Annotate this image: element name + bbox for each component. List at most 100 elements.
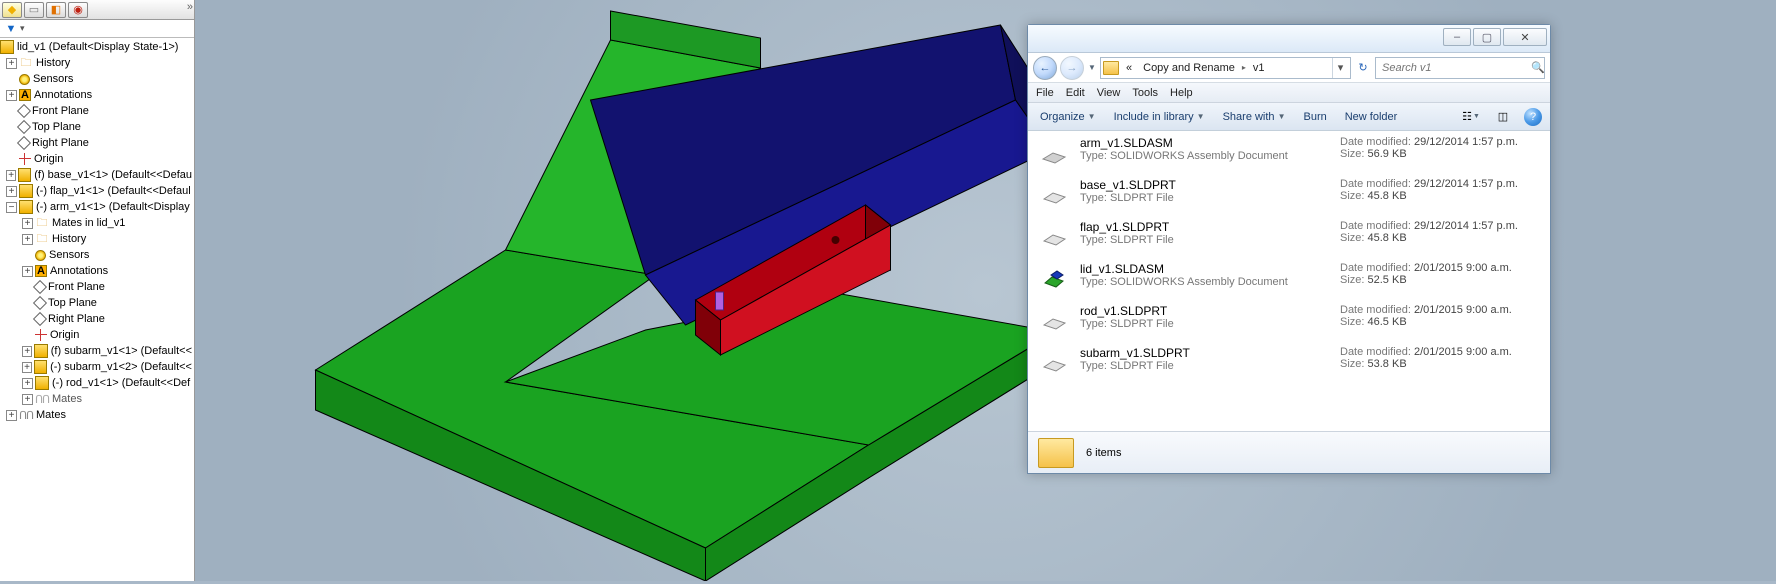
tree-arm-origin[interactable]: Origin [0,327,194,343]
file-item[interactable]: subarm_v1.SLDPRTType: SLDPRT FileDate mo… [1028,341,1550,383]
expand-icon[interactable]: + [6,410,17,421]
tree-arm-top[interactable]: Top Plane [0,295,194,311]
search-input[interactable] [1380,61,1527,75]
filter-icon[interactable]: ▼ [4,23,18,35]
search-box[interactable]: 🔍 [1375,57,1545,79]
tree-arm-ann[interactable]: + A Annotations [0,263,194,279]
share-with-button[interactable]: Share with ▼ [1219,109,1290,125]
tab-property-manager[interactable]: ▭ [24,2,44,18]
nav-forward-button[interactable]: → [1060,56,1084,80]
tree-flap[interactable]: + (-) flap_v1<1> (Default<<Defaul [0,183,194,199]
file-name: arm_v1.SLDASM [1080,136,1330,150]
address-bar[interactable]: « Copy and Rename ▸ v1 ▾ [1100,57,1351,79]
expand-icon[interactable]: + [22,234,33,245]
assembly-icon [0,40,14,54]
expand-icon[interactable]: + [6,90,17,101]
tree-front-plane[interactable]: Front Plane [0,103,194,119]
tab-dimxpert-manager[interactable]: ◉ [68,2,88,18]
preview-pane-button[interactable]: ◫ [1492,107,1514,127]
tree-annotations[interactable]: + A Annotations [0,87,194,103]
config-icon: ◧ [51,3,61,16]
include-library-button[interactable]: Include in library ▼ [1110,109,1209,125]
refresh-button[interactable]: ↻ [1354,61,1372,74]
size-label: Size: [1340,148,1368,160]
expand-icon[interactable]: + [6,186,17,197]
filter-dropdown-icon[interactable]: ▾ [20,23,25,34]
nav-history-dropdown[interactable]: ▼ [1087,63,1097,72]
file-item[interactable]: arm_v1.SLDASMType: SOLIDWORKS Assembly D… [1028,131,1550,173]
file-item[interactable]: flap_v1.SLDPRTType: SLDPRT FileDate modi… [1028,215,1550,257]
close-icon: ✕ [1520,31,1529,44]
tree-base[interactable]: + (f) base_v1<1> (Default<<Defau [0,167,194,183]
file-item[interactable]: lid_v1.SLDASMType: SOLIDWORKS Assembly D… [1028,257,1550,299]
menu-view[interactable]: View [1097,87,1121,99]
tree-arm-mates-in[interactable]: + 🗀 Mates in lid_v1 [0,215,194,231]
tree-rod[interactable]: + (-) rod_v1<1> (Default<<Def [0,375,194,391]
breadcrumb[interactable]: Copy and Rename [1139,59,1239,77]
expand-icon[interactable]: + [22,362,32,373]
nav-back-button[interactable]: ← [1033,56,1057,80]
view-icon: ☷ [1462,110,1472,123]
expand-icon[interactable]: + [22,346,32,357]
tree-arm-history[interactable]: + 🗀 History [0,231,194,247]
tree-arm[interactable]: − (-) arm_v1<1> (Default<Display [0,199,194,215]
size-value: 46.5 KB [1368,316,1407,328]
tabs-overflow-icon[interactable]: » [187,1,190,13]
tree-label: Mates [36,409,66,421]
tree-mates[interactable]: + ՈՈ Mates [0,407,194,423]
expand-icon[interactable]: + [22,266,33,277]
part-icon [18,168,31,182]
tree-label: (f) subarm_v1<1> (Default<< [51,345,192,357]
file-type-icon [1038,220,1070,252]
expand-icon[interactable]: + [22,394,33,405]
chevron-right-icon[interactable]: ▸ [1242,63,1246,72]
folder-icon: 🗀 [35,216,49,230]
tree-sensors[interactable]: Sensors [0,71,194,87]
breadcrumb[interactable]: « [1122,59,1136,77]
help-button[interactable]: ? [1524,108,1542,126]
address-dropdown-icon[interactable]: ▾ [1332,58,1348,78]
tree-arm-right[interactable]: Right Plane [0,311,194,327]
expand-icon[interactable]: + [22,218,33,229]
close-button[interactable]: ✕ [1503,28,1547,46]
file-type-icon [1038,262,1070,294]
toolbar-label: Organize [1040,111,1085,123]
minimize-button[interactable]: – [1443,28,1471,46]
file-item[interactable]: rod_v1.SLDPRTType: SLDPRT FileDate modif… [1028,299,1550,341]
file-type-icon [1038,304,1070,336]
menu-file[interactable]: File [1036,87,1054,99]
tree-subarm1[interactable]: + (f) subarm_v1<1> (Default<< [0,343,194,359]
tab-configuration-manager[interactable]: ◧ [46,2,66,18]
tree-arm-mates[interactable]: + ՈՈ Mates [0,391,194,407]
tree-history[interactable]: + 🗀 History [0,55,194,71]
expand-icon[interactable]: + [6,58,17,69]
new-folder-button[interactable]: New folder [1341,109,1402,125]
menu-tools[interactable]: Tools [1132,87,1158,99]
date-modified-value: 29/12/2014 1:57 p.m. [1414,178,1518,190]
file-type: Type: SOLIDWORKS Assembly Document [1080,150,1330,162]
tree-origin[interactable]: Origin [0,151,194,167]
tree-right-plane[interactable]: Right Plane [0,135,194,151]
menu-help[interactable]: Help [1170,87,1193,99]
tree-top-plane[interactable]: Top Plane [0,119,194,135]
tree-arm-sensors[interactable]: Sensors [0,247,194,263]
explorer-titlebar[interactable]: – ▢ ✕ [1028,25,1550,53]
menu-edit[interactable]: Edit [1066,87,1085,99]
tree-filter-bar: ▼ ▾ [0,20,194,38]
tree-label: History [52,233,86,245]
organize-button[interactable]: Organize ▼ [1036,109,1100,125]
view-options-button[interactable]: ☷▼ [1460,107,1482,127]
file-item[interactable]: base_v1.SLDPRTType: SLDPRT FileDate modi… [1028,173,1550,215]
burn-button[interactable]: Burn [1299,109,1330,125]
expand-icon[interactable]: + [6,170,16,181]
tab-feature-manager[interactable]: ◆ [2,2,22,18]
collapse-icon[interactable]: − [6,202,17,213]
date-modified-value: 2/01/2015 9:00 a.m. [1414,346,1512,358]
tree-arm-front[interactable]: Front Plane [0,279,194,295]
breadcrumb[interactable]: v1 [1249,59,1269,77]
file-name: flap_v1.SLDPRT [1080,220,1330,234]
maximize-button[interactable]: ▢ [1473,28,1501,46]
file-type: Type: SLDPRT File [1080,318,1330,330]
tree-subarm2[interactable]: + (-) subarm_v1<2> (Default<< [0,359,194,375]
expand-icon[interactable]: + [22,378,33,389]
